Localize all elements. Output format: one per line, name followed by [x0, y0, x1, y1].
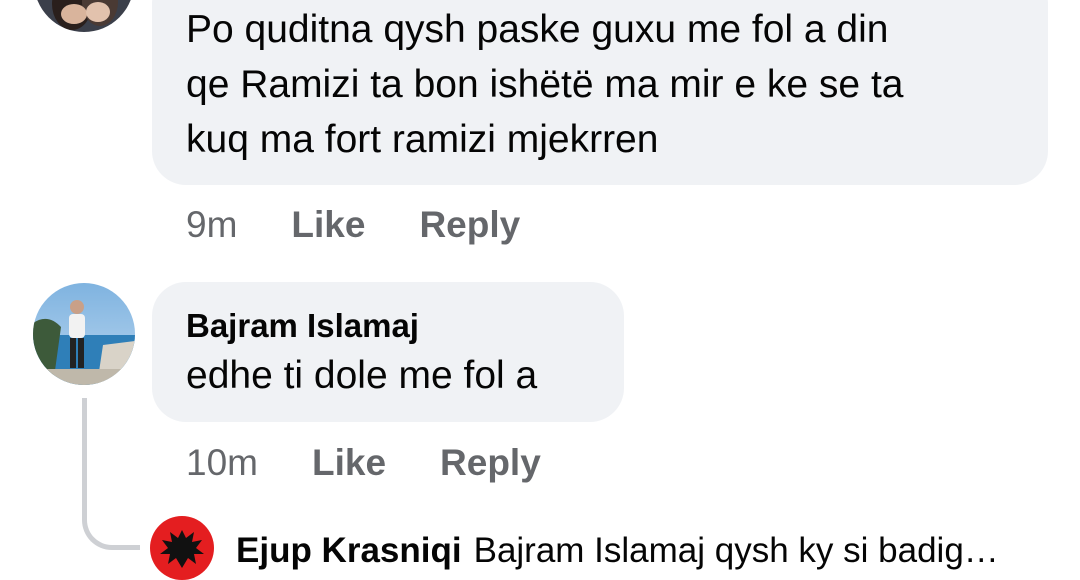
- like-button[interactable]: Like: [312, 442, 386, 484]
- comment-text-line: kuq ma fort ramizi mjekrren: [186, 118, 659, 161]
- reply-button[interactable]: Reply: [419, 204, 520, 246]
- comment-timestamp[interactable]: 10m: [186, 442, 258, 484]
- comment-actions: 10m Like Reply: [186, 442, 541, 484]
- comment-bubble: Bajram Islamaj edhe ti dole me fol a: [152, 282, 624, 422]
- comment-actions: 9m Like Reply: [186, 204, 520, 246]
- comment-text: edhe ti dole me fol a: [186, 354, 538, 397]
- comment-text-line: Po quditna qysh paske guxu me fol a din: [186, 8, 889, 51]
- commenter-avatar[interactable]: [33, 283, 135, 385]
- comment-bubble: Po quditna qysh paske guxu me fol a din …: [152, 0, 1048, 185]
- reply-preview[interactable]: Ejup Krasniqi Bajram Islamaj qysh ky si b…: [236, 530, 999, 572]
- reply-avatar[interactable]: [150, 516, 214, 580]
- like-button[interactable]: Like: [291, 204, 365, 246]
- comment-timestamp[interactable]: 9m: [186, 204, 237, 246]
- reply-button[interactable]: Reply: [440, 442, 541, 484]
- thread-connector-line: [82, 398, 140, 550]
- reply-author[interactable]: Ejup Krasniqi: [236, 531, 462, 570]
- comment-text-line: qe Ramizi ta bon ishëtë ma mir e ke se t…: [186, 63, 904, 106]
- reply-preview-text: Bajram Islamaj qysh ky si badig…: [473, 531, 999, 570]
- commenter-avatar[interactable]: [34, 0, 134, 32]
- comment-author[interactable]: Bajram Islamaj: [186, 306, 624, 346]
